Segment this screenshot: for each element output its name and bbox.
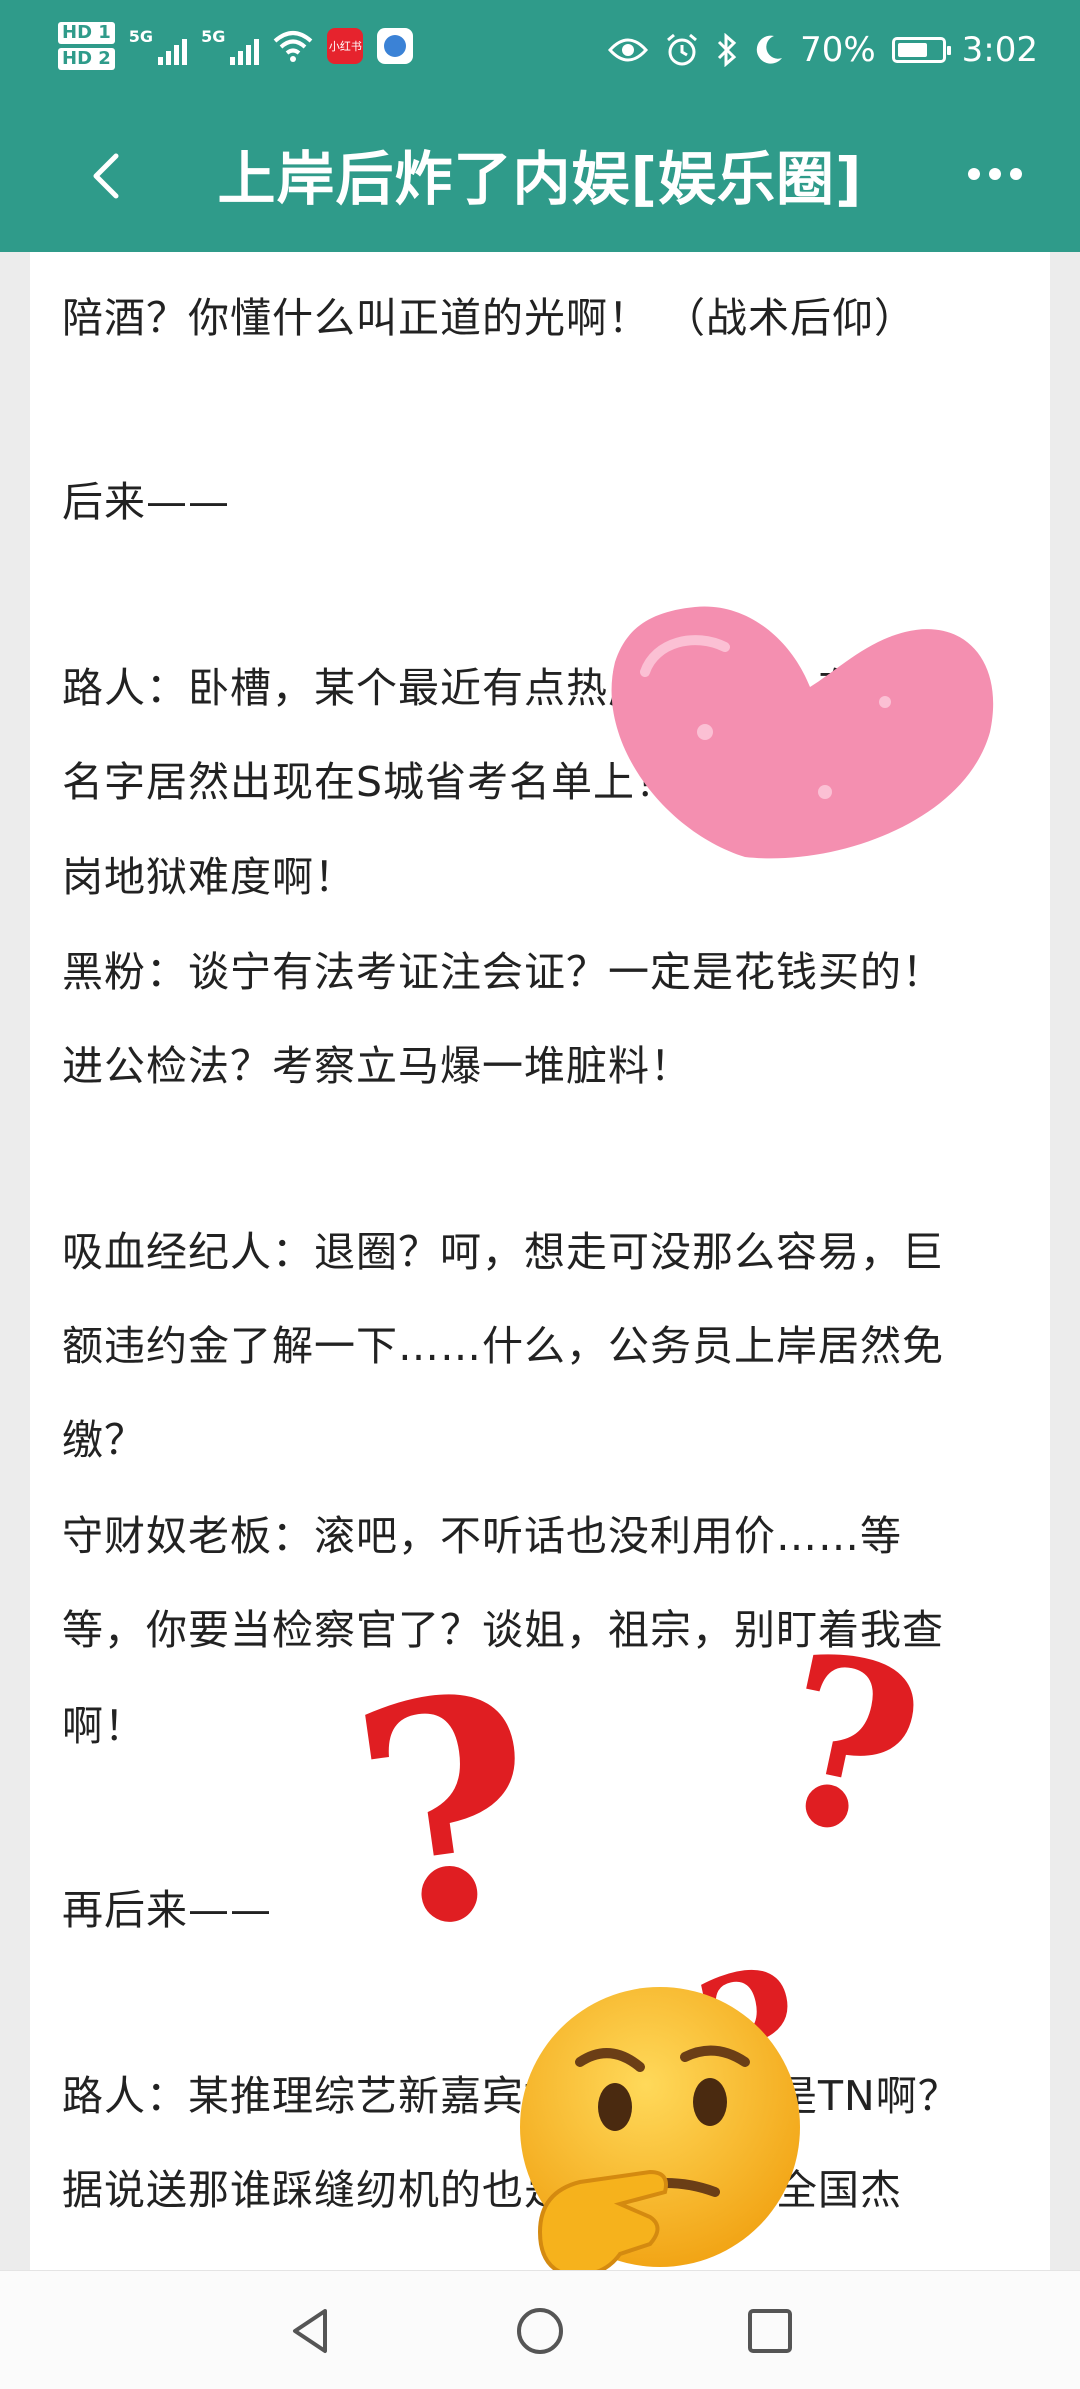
clock: 3:02 [961, 30, 1038, 70]
sim-indicators: HD 1 HD 2 [58, 22, 115, 70]
battery-percent: 70% [800, 30, 876, 70]
text-line: 岗地狱难度啊！ [62, 853, 356, 901]
text-line: 陪酒？你懂什么叫正道的光啊！ （战术后仰） [62, 294, 917, 342]
text-line: 进公检法？考察立马爆一堆脏料！ [62, 1042, 692, 1090]
app-badge-text: 小红书 [328, 40, 362, 53]
battery-icon [891, 37, 951, 63]
text-line: 缴？ [62, 1416, 146, 1464]
moon-icon [756, 35, 783, 64]
xiaohongshu-app-icon: 小红书 [327, 28, 364, 64]
text-line: 啊！ [62, 1702, 146, 1750]
status-bar: HD 1 HD 2 5G 5G 小红书 70% 3:02 [0, 0, 1080, 106]
text-line: 额违约金了解一下……什么，公务员上岸居然免 [62, 1322, 944, 1370]
page-title: 上岸后炸了内娱[娱乐圈] [217, 145, 863, 213]
navigation-bar [0, 2270, 1080, 2389]
thinking-face-sticker [520, 1987, 800, 2270]
red-question-mark: ? [336, 1624, 560, 1999]
home-circle-icon[interactable] [514, 2305, 566, 2357]
text-line: 再后来—— [62, 1886, 272, 1934]
browser-app-icon [377, 28, 414, 64]
alarm-icon [667, 33, 698, 66]
reader-page[interactable]: 陪酒？你懂什么叫正道的光啊！ （战术后仰） 后来—— 路人：卧槽，某个最近有点热… [30, 252, 1050, 2270]
text-line: 后来—— [62, 478, 230, 526]
signal-icon: 5G [128, 27, 188, 65]
more-dots-icon[interactable] [968, 168, 1022, 180]
wifi-icon [274, 31, 313, 62]
text-line: 吸血经纪人：退圈？呵，想走可没那么容易，巨 [62, 1228, 944, 1276]
chevron-left-icon[interactable] [78, 146, 138, 206]
sim1-label: HD 1 [58, 22, 115, 44]
pink-heart-sticker [611, 606, 994, 859]
bluetooth-icon [718, 33, 737, 67]
eye-icon [608, 38, 649, 62]
text-line: 黑粉：谈宁有法考证注会证？一定是花钱买的！ [62, 948, 944, 996]
back-triangle-icon[interactable] [285, 2305, 337, 2357]
sim2-label: HD 2 [58, 48, 115, 70]
network1-label: 5G [128, 27, 154, 46]
network2-label: 5G [201, 27, 226, 46]
signal-icon: 5G [201, 27, 260, 65]
text-line: 守财奴老板：滚吧，不听话也没利用价……等 [62, 1512, 902, 1560]
recents-square-icon[interactable] [744, 2305, 796, 2357]
title-bar: 上岸后炸了内娱[娱乐圈] [0, 106, 1080, 252]
